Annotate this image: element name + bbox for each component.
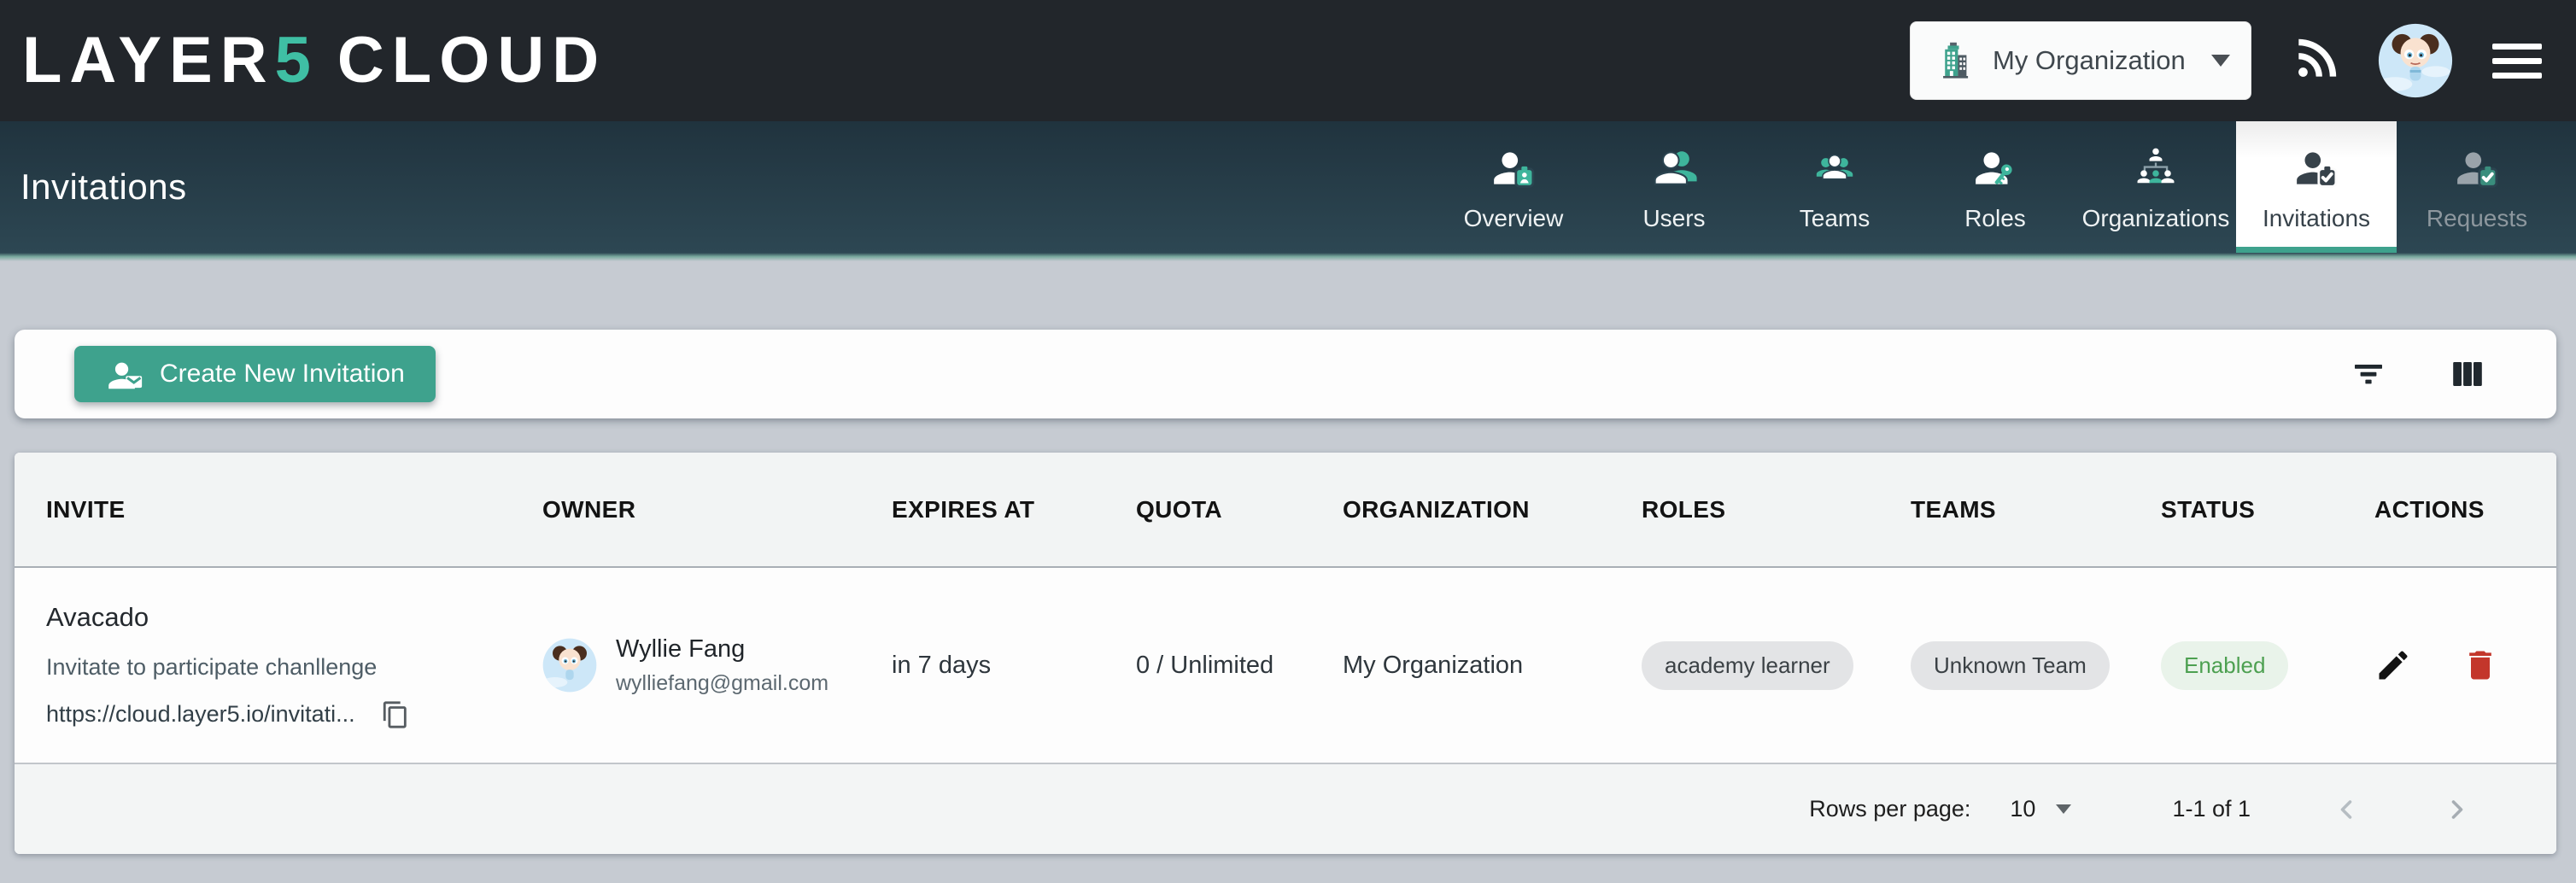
invitations-table-card: INVITE OWNER EXPIRES AT QUOTA ORGANIZATI… <box>15 453 2556 854</box>
logo-text-cloud: CLOUD <box>337 28 606 93</box>
tab-label: Invitations <box>2263 205 2370 232</box>
column-header-quota[interactable]: QUOTA <box>1104 453 1311 567</box>
tab-label: Users <box>1642 205 1705 232</box>
pagination-bar: Rows per page: 10 1-1 of 1 <box>15 764 2556 854</box>
previous-page-button[interactable] <box>2331 794 2362 825</box>
column-header-organization[interactable]: ORGANIZATION <box>1311 453 1610 567</box>
owner-cell: Wyllie Fang wylliefang@gmail.com <box>511 567 860 763</box>
organization-selector-label: My Organization <box>1993 45 2186 76</box>
topbar-actions: My Organization <box>1910 21 2542 100</box>
create-new-invitation-button[interactable]: Create New Invitation <box>74 346 436 402</box>
teams-cell: Unknown Team <box>1879 567 2129 763</box>
tab-users[interactable]: Users <box>1594 121 1754 253</box>
main-content: Create New Invitation <box>0 330 2576 854</box>
caret-down-icon <box>2211 55 2230 67</box>
tab-label: Teams <box>1800 205 1870 232</box>
edit-icon[interactable] <box>2374 646 2412 684</box>
rows-per-page-value: 10 <box>2010 796 2035 822</box>
invite-description: Invitate to participate chanllenge <box>46 654 510 681</box>
person-check-icon <box>2292 144 2340 192</box>
column-header-roles[interactable]: ROLES <box>1610 453 1879 567</box>
view-columns-icon[interactable] <box>2447 354 2488 395</box>
copy-icon[interactable] <box>381 700 410 729</box>
section-nav-bar: Invitations Overview Users <box>0 121 2576 253</box>
quota-cell: 0 / Unlimited <box>1104 567 1311 763</box>
column-header-owner[interactable]: OWNER <box>511 453 860 567</box>
caret-down-icon <box>2056 804 2071 814</box>
two-users-icon <box>1650 144 1698 192</box>
invite-name: Avacado <box>46 602 510 633</box>
column-header-actions[interactable]: ACTIONS <box>2343 453 2556 567</box>
navbar-gradient-divider <box>0 253 2576 261</box>
invite-cell: Avacado Invitate to participate chanllen… <box>15 567 511 763</box>
rows-per-page-label: Rows per page: <box>1809 796 1970 822</box>
tab-requests[interactable]: Requests <box>2397 121 2557 253</box>
top-app-bar: LAYER5 CLOUD <box>0 0 2576 121</box>
owner-name: Wyllie Fang <box>616 635 828 664</box>
team-chip[interactable]: Unknown Team <box>1911 641 2110 690</box>
owner-email: wylliefang@gmail.com <box>616 671 828 696</box>
invitation-row: Avacado Invitate to participate chanllen… <box>15 567 2556 763</box>
tab-overview[interactable]: Overview <box>1433 121 1594 253</box>
organization-selector[interactable]: My Organization <box>1910 21 2251 100</box>
tab-teams[interactable]: Teams <box>1754 121 1915 253</box>
invitations-table: INVITE OWNER EXPIRES AT QUOTA ORGANIZATI… <box>15 453 2556 764</box>
owner-avatar <box>542 638 597 693</box>
roles-cell: academy learner <box>1610 567 1879 763</box>
role-chip[interactable]: academy learner <box>1642 641 1853 690</box>
pagination-range: 1-1 of 1 <box>2172 796 2251 822</box>
page-title: Invitations <box>20 167 187 208</box>
column-header-teams[interactable]: TEAMS <box>1879 453 2129 567</box>
table-header-row: INVITE OWNER EXPIRES AT QUOTA ORGANIZATI… <box>15 453 2556 567</box>
column-header-expires-at[interactable]: EXPIRES AT <box>860 453 1104 567</box>
person-clipboard-check-icon <box>2453 144 2501 192</box>
nav-tabs: Overview Users Teams <box>1433 121 2557 253</box>
tab-label: Roles <box>1964 205 2026 232</box>
invitations-toolbar: Create New Invitation <box>15 330 2556 418</box>
org-hierarchy-icon <box>2132 144 2180 192</box>
menu-icon[interactable] <box>2492 38 2542 84</box>
column-header-status[interactable]: STATUS <box>2129 453 2343 567</box>
tab-label: Requests <box>2427 205 2527 232</box>
status-cell: Enabled <box>2129 567 2343 763</box>
tab-invitations[interactable]: Invitations <box>2236 121 2397 253</box>
group-icon <box>1811 144 1859 192</box>
delete-icon[interactable] <box>2462 646 2499 684</box>
tab-label: Organizations <box>2082 205 2230 232</box>
status-badge: Enabled <box>2161 641 2288 690</box>
logo-text-layer: LAYER <box>22 28 275 93</box>
person-mail-icon <box>105 354 144 394</box>
building-icon <box>1931 38 1976 83</box>
person-key-icon <box>1971 144 2019 192</box>
rows-per-page-select[interactable]: 10 <box>2010 796 2071 822</box>
organization-cell: My Organization <box>1311 567 1610 763</box>
rss-feed-icon[interactable] <box>2291 37 2339 85</box>
next-page-button[interactable] <box>2442 794 2473 825</box>
user-avatar[interactable] <box>2378 23 2453 98</box>
person-badge-icon <box>1490 144 1537 192</box>
tab-roles[interactable]: Roles <box>1915 121 2075 253</box>
tab-label: Overview <box>1464 205 1564 232</box>
invite-link[interactable]: https://cloud.layer5.io/invitati... <box>46 701 355 728</box>
logo-text-five: 5 <box>275 28 319 93</box>
filter-icon[interactable] <box>2348 354 2389 395</box>
table-tools <box>2348 354 2488 395</box>
layer5-cloud-logo[interactable]: LAYER5 CLOUD <box>22 28 606 93</box>
column-header-invite[interactable]: INVITE <box>15 453 511 567</box>
actions-cell <box>2343 567 2556 763</box>
create-new-invitation-label: Create New Invitation <box>160 360 405 389</box>
expires-at-cell: in 7 days <box>860 567 1104 763</box>
tab-organizations[interactable]: Organizations <box>2075 121 2236 253</box>
